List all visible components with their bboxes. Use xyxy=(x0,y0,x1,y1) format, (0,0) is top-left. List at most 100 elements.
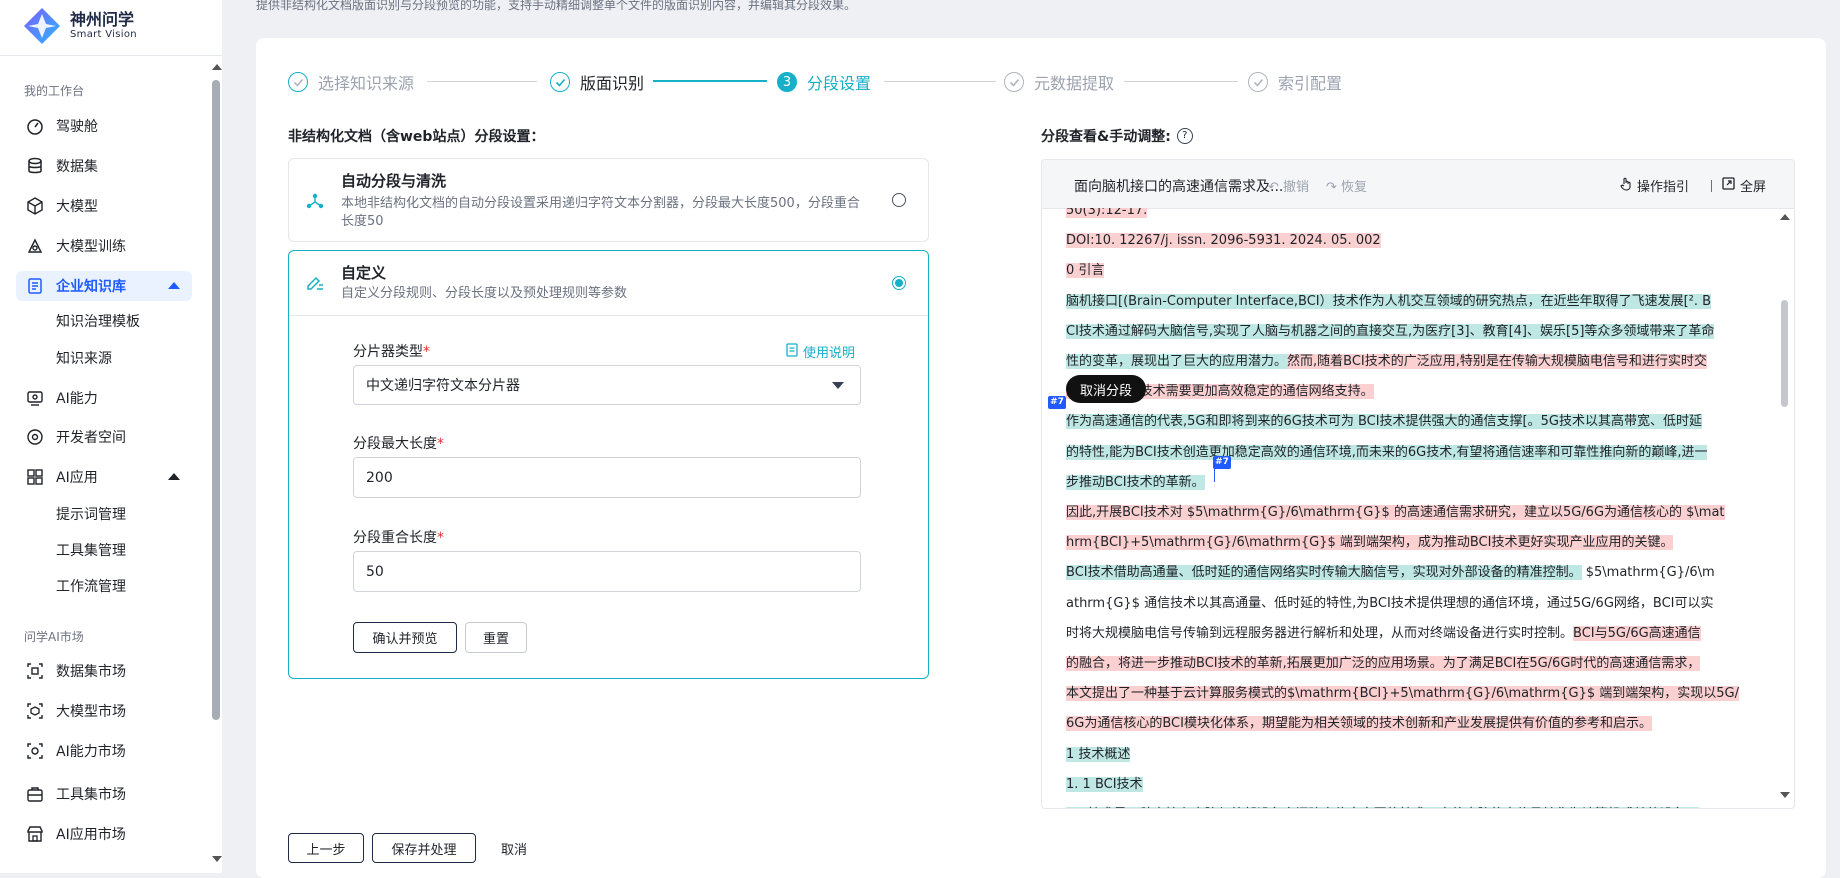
segment-text: 脑机接口[(Brain-Computer Interface,BCI）技术作为人… xyxy=(1066,293,1712,309)
preview-toolbar: 面向脑机接口的高速通信需求及... ↶ 撤销 ↷ 恢复 操作指引 全屏 xyxy=(1042,160,1794,209)
segment-line[interactable]: athrm{G}$ 通信技术以其高通量、低时延的特性,为BCI技术提供理想的通信… xyxy=(1066,594,1714,614)
sidebar-item-ai-apps[interactable]: AI应用 xyxy=(16,462,192,492)
overlap-length-input[interactable]: 50 xyxy=(353,551,861,592)
segment-line[interactable]: 脑机接口[(Brain-Computer Interface,BCI）技术作为人… xyxy=(1066,292,1712,312)
check-icon xyxy=(550,72,570,92)
sidebar-item-developer[interactable]: 开发者空间 xyxy=(16,422,192,452)
step-select-source[interactable]: 选择知识来源 xyxy=(288,70,414,94)
cancel-button[interactable]: 取消 xyxy=(486,833,542,863)
segment-line[interactable]: 性的变革，展现出了巨大的应用潜力。然而,随着BCI技术的广泛应用,特别是在传输大… xyxy=(1066,352,1707,372)
sidebar-subitem-toolsets[interactable]: 工具集管理 xyxy=(56,540,126,560)
segment-line[interactable]: 1 技术概述 xyxy=(1066,745,1131,765)
chevron-up-icon xyxy=(168,473,180,480)
step-metadata[interactable]: 元数据提取 xyxy=(1004,70,1114,94)
segment-line[interactable]: 6G为通信核心的BCI模块化体系，期望能为相关领域的技术创新和产业发展提供有价值… xyxy=(1066,714,1652,734)
section-market: 问学AI市场 xyxy=(24,630,84,644)
save-process-button[interactable]: 保存并处理 xyxy=(372,833,476,863)
sidebar-item-toolset-market[interactable]: 工具集市场 xyxy=(16,779,192,809)
segment-tag: #7 xyxy=(1213,456,1231,469)
fullscreen-icon xyxy=(1722,177,1735,194)
sidebar-item-model[interactable]: 大模型 xyxy=(16,191,192,221)
sidebar-item-label: AI应用 xyxy=(56,470,98,486)
splitter-type-label: 分片器类型* xyxy=(353,341,430,361)
reset-button[interactable]: 重置 xyxy=(465,622,527,653)
undo-button[interactable]: ↶ 撤销 xyxy=(1268,176,1309,195)
radio-custom[interactable] xyxy=(892,276,906,290)
sidebar-item-model-market[interactable]: 大模型市场 xyxy=(16,696,192,726)
sidebar-item-training[interactable]: 大模型训练 xyxy=(16,231,192,261)
sidebar-item-dataset[interactable]: 数据集 xyxy=(16,151,192,181)
document-name[interactable]: 面向脑机接口的高速通信需求及... xyxy=(1074,176,1283,196)
sidebar-scrollbar[interactable] xyxy=(210,60,222,862)
store-icon xyxy=(26,825,44,843)
scroll-down-icon[interactable] xyxy=(1780,792,1790,798)
pointer-hand-icon xyxy=(1620,177,1632,195)
segment-line[interactable]: 时将大规模脑电信号传输到远程服务器进行解析和处理，从而对终端设备进行实时控制。B… xyxy=(1066,624,1701,644)
help-circle-icon[interactable]: ? xyxy=(1176,128,1193,144)
scrollbar-thumb[interactable] xyxy=(1781,300,1788,407)
database-icon xyxy=(26,157,44,175)
scrollbar-thumb[interactable] xyxy=(212,80,220,720)
divider xyxy=(289,315,928,316)
scroll-up-icon[interactable] xyxy=(212,64,222,70)
sidebar-item-ai-ability[interactable]: AI能力 xyxy=(16,383,192,413)
segment-line[interactable]: 因此,开展BCI技术对 $5\mathrm{G}/6\mathrm{G}$ 的高… xyxy=(1066,503,1725,523)
segment-line[interactable]: BCI技术借助高通量、低时延的通信网络实时传输大脑信号，实现对外部设备的精准控制… xyxy=(1066,563,1715,583)
page-description: 提供非结构化文档版面识别与分段预览的功能，支持手动精细调整单个文件的版面识别内容… xyxy=(256,0,857,12)
sidebar-item-dataset-market[interactable]: 数据集市场 xyxy=(16,656,192,686)
segment-line[interactable]: 1. 1 BCI技术 xyxy=(1066,775,1143,795)
segment-line[interactable]: DOI:10. 12267/j. issn. 2096-5931. 2024. … xyxy=(1066,231,1381,251)
segment-line[interactable]: 的融合，将进一步推动BCI技术的革新,拓展更加广泛的应用场景。为了满足BCI在5… xyxy=(1066,654,1701,674)
radio-auto[interactable] xyxy=(892,193,906,207)
logo-diamond-icon xyxy=(24,8,60,44)
sidebar-item-dashboard[interactable]: 驾驶舱 xyxy=(16,111,192,141)
segment-line[interactable]: 步推动BCI技术的革新。 xyxy=(1066,473,1205,493)
segment-text: 的特性,能为BCI技术创造更加稳定高效的通信环境,而未来的6G技术,有望将通信速… xyxy=(1066,444,1708,460)
segment-line[interactable]: hrm{BCI}+5\mathrm{G}/6\mathrm{G}$ 端到端架构，… xyxy=(1066,533,1674,553)
chevron-down-icon xyxy=(832,382,844,389)
usage-help-link[interactable]: 使用说明 xyxy=(786,342,855,361)
option-auto-segment[interactable]: 自动分段与清洗 本地非结构化文档的自动分段设置采用递归字符文本分割器，分段最大长… xyxy=(288,158,929,242)
confirm-preview-button[interactable]: 确认并预览 xyxy=(353,622,457,653)
cancel-segment-button[interactable]: 取消分段 xyxy=(1066,375,1146,403)
sidebar-subitem-prompts[interactable]: 提示词管理 xyxy=(56,504,126,524)
segment-text: 1. 1 BCI技术 xyxy=(1066,776,1143,792)
segment-line[interactable]: BCI技术是一种直接在大脑与外部设备之间建立信息交互的技术，它将大脑的电信号转化… xyxy=(1066,805,1699,808)
sidebar-subitem-workflows[interactable]: 工作流管理 xyxy=(56,576,126,596)
check-icon xyxy=(1004,72,1024,92)
sidebar-item-label: 驾驶舱 xyxy=(56,119,98,135)
segment-text: BCI技术是一种直接在大脑与外部设备之间建立信息交互的技术，它将大脑的电信号转化… xyxy=(1066,807,1699,808)
sidebar-subitem-knowledge-source[interactable]: 知识来源 xyxy=(56,348,112,368)
option-description: 自定义分段规则、分段长度以及预处理规则等参数 xyxy=(341,286,628,301)
step-index-config[interactable]: 索引配置 xyxy=(1248,70,1342,94)
segment-line[interactable]: CI技术通过解码大脑信号,实现了人脑与机器之间的直接交互,为医疗[3]、教育[4… xyxy=(1066,322,1715,342)
redo-button[interactable]: ↷ 恢复 xyxy=(1326,176,1367,195)
segment-text: BCI与5G/6G高速通信 xyxy=(1573,625,1701,641)
scroll-up-icon[interactable] xyxy=(1780,214,1790,220)
step-layout-recognition[interactable]: 版面识别 xyxy=(550,70,644,94)
splitter-type-select[interactable]: 中文递归字符文本分片器 xyxy=(353,365,861,405)
max-length-input[interactable]: 200 xyxy=(353,457,861,498)
segment-text: 1 技术概述 xyxy=(1066,746,1131,762)
sidebar-item-ability-market[interactable]: AI能力市场 xyxy=(16,736,192,766)
model-market-icon xyxy=(26,702,44,720)
segment-line[interactable]: 50(3):12-17. xyxy=(1066,208,1148,221)
segment-line[interactable]: 作为高速通信的代表,5G和即将到来的6G技术可为 BCI技术提供强大的通信支撑[… xyxy=(1066,412,1702,432)
step-segment-settings[interactable]: 3 分段设置 xyxy=(777,70,871,94)
segment-line[interactable]: 本文提出了一种基于云计算服务模式的$\mathrm{BCI}+5\mathrm{… xyxy=(1066,684,1739,704)
scroll-down-icon[interactable] xyxy=(212,856,222,862)
prev-step-button[interactable]: 上一步 xyxy=(288,833,364,863)
sidebar-item-label: AI能力市场 xyxy=(56,744,126,760)
segment-text-area[interactable]: 50(3):12-17. DOI:10. 12267/j. issn. 2096-… xyxy=(1066,208,1794,808)
sidebar-item-knowledge-base[interactable]: 企业知识库 xyxy=(16,271,192,301)
brand-logo[interactable]: 神州问学 Smart Vision xyxy=(22,6,137,46)
segment-text: hrm{BCI}+5\mathrm{G}/6\mathrm{G}$ 端到端架构，… xyxy=(1066,535,1674,551)
segment-line[interactable]: 0 引言 xyxy=(1066,261,1105,281)
guide-button[interactable]: 操作指引 xyxy=(1620,176,1689,195)
segment-line[interactable]: 的特性,能为BCI技术创造更加稳定高效的通信环境,而未来的6G技术,有望将通信速… xyxy=(1066,443,1708,463)
sidebar-subitem-governance-template[interactable]: 知识治理模板 xyxy=(56,311,140,331)
fullscreen-button[interactable]: 全屏 xyxy=(1722,176,1766,195)
sidebar-item-label: 数据集市场 xyxy=(56,664,126,680)
sidebar-item-app-market[interactable]: AI应用市场 xyxy=(16,819,192,849)
preview-scrollbar[interactable] xyxy=(1779,210,1791,805)
